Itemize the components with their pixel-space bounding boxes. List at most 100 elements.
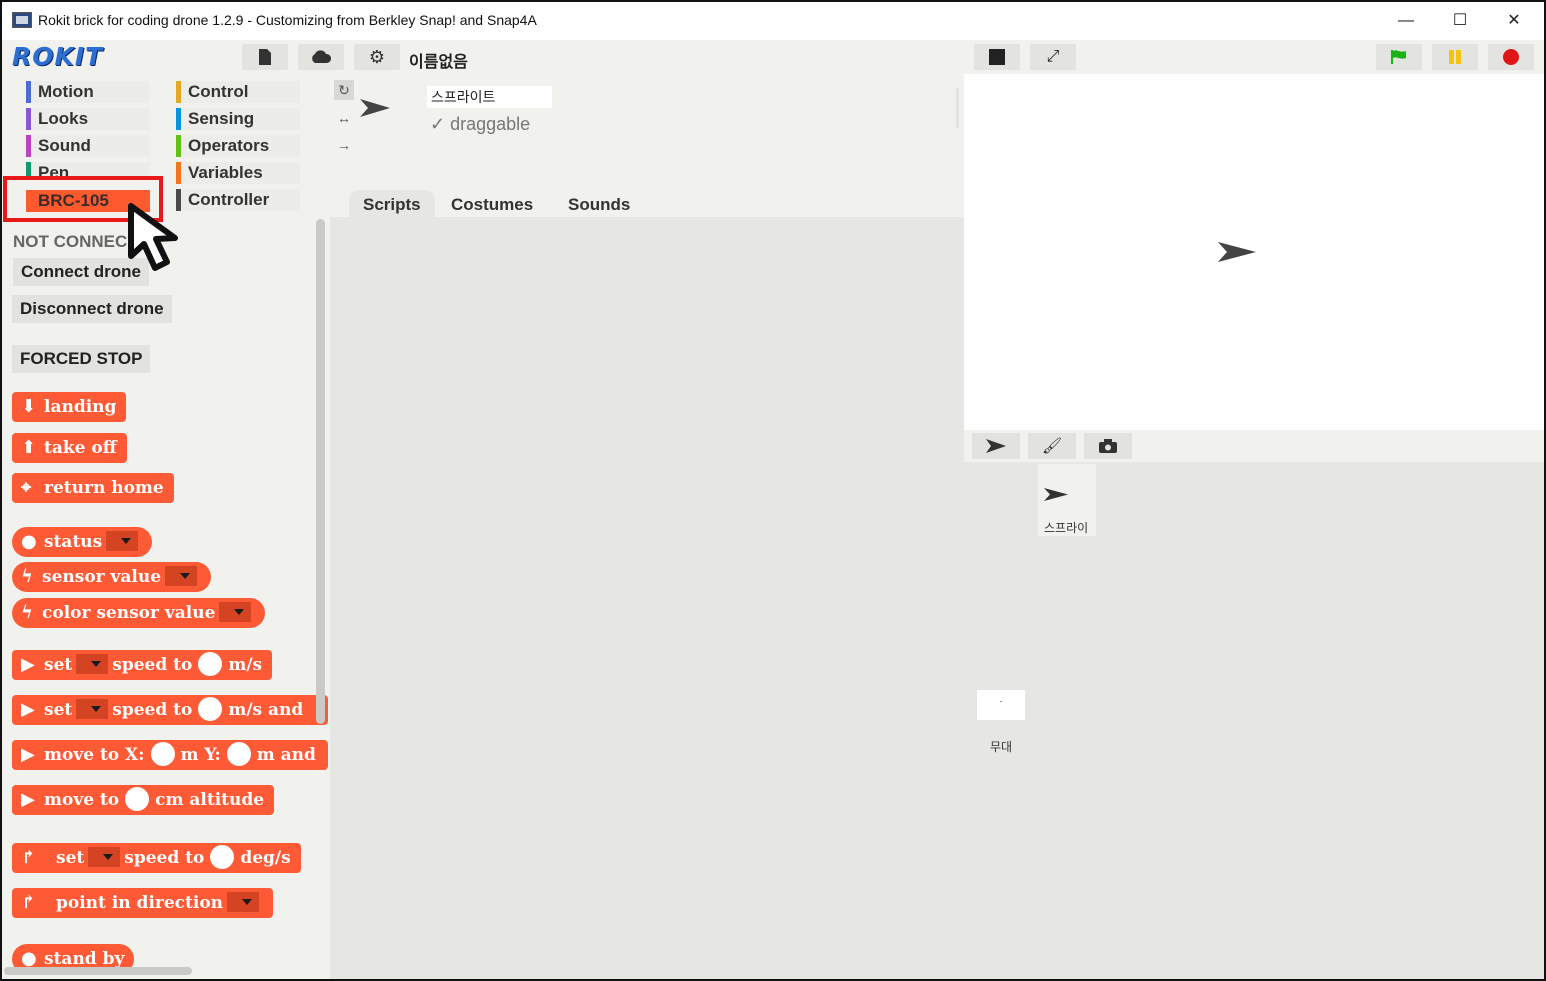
category-pen[interactable]: Pen [26,162,150,176]
square-icon [989,49,1005,65]
block-set-rotation-speed[interactable]: ↱ set speed to deg/s [12,843,301,873]
dropdown[interactable] [106,530,139,551]
green-flag-icon [1391,50,1406,64]
block-landing[interactable]: ⬇ landing [12,392,127,422]
fullscreen-button[interactable]: ⤢ [1030,44,1076,70]
stage-size-button[interactable] [974,44,1020,70]
stage[interactable] [964,74,1544,430]
title-bar: Rokit brick for coding drone 1.2.9 - Cus… [2,2,1544,40]
corral-toolbar: 🖌 [964,430,1544,462]
tab-scripts[interactable]: Scripts [349,190,435,218]
category-operators[interactable]: Operators [176,135,300,157]
block-label: move to [44,790,120,810]
block-label: set [56,848,85,868]
green-flag-button[interactable] [1376,44,1422,70]
maximize-button[interactable]: ☐ [1440,8,1480,34]
turn-arrow-icon: ↱ [21,847,37,868]
play-icon: ▶ [21,744,35,765]
draggable-label: draggable [450,114,531,134]
number-slot[interactable] [150,741,175,766]
flip-horizontal-icon[interactable]: ↔ [334,108,354,128]
category-label: Pen [38,163,70,176]
sprite-arrow-icon [1044,488,1068,501]
sprite-bar-divider [956,88,959,128]
block-color-sensor-value[interactable]: ϟ color sensor value [12,598,266,628]
rokit-logo[interactable]: ROKIT [12,42,134,72]
cloud-button[interactable] [298,44,344,70]
paint-new-sprite-button[interactable]: 🖌 [1028,433,1076,459]
number-slot[interactable] [198,696,223,721]
block-return-home[interactable]: ⌖ return home [12,473,174,503]
block-sensor-value[interactable]: ϟ sensor value [12,562,212,592]
block-status[interactable]: ● status [12,527,153,557]
category-label: Variables [188,163,263,182]
file-icon [259,49,271,65]
block-take-off[interactable]: ⬆ take off [12,433,127,463]
minimize-button[interactable]: — [1386,8,1426,34]
arrow-down-icon: ⬇ [21,396,37,417]
block-set-speed-and[interactable]: ▶ set speed to m/s and [12,695,328,725]
category-color-bar [26,162,31,176]
dropdown[interactable] [219,601,252,622]
number-slot[interactable] [210,844,235,869]
dropdown[interactable] [165,565,198,586]
block-palette[interactable]: NOT CONNEC Connect drone Disconnect dron… [2,217,330,979]
dropdown[interactable] [88,846,121,867]
category-label: Sensing [188,109,255,128]
stop-button[interactable] [1488,44,1534,70]
stage-thumbnail[interactable]: · [977,690,1025,720]
block-label: speed to [112,655,193,675]
category-label: Looks [38,109,89,128]
sprite-thumbnail[interactable]: 스프라이 [1038,464,1096,536]
block-label: speed to [124,848,205,868]
block-move-to-xy[interactable]: ▶ move to X: m Y: m and [12,740,328,770]
forced-stop-button[interactable]: FORCED STOP [12,345,151,373]
block-label: cm altitude [155,790,265,810]
draggable-checkbox[interactable]: ✓ draggable [430,114,530,135]
category-control[interactable]: Control [176,81,300,103]
number-slot[interactable] [226,741,251,766]
close-button[interactable]: ✕ [1494,8,1534,34]
pause-button[interactable] [1432,44,1478,70]
block-move-to-altitude[interactable]: ▶ move to cm altitude [12,785,275,815]
block-point-in-direction[interactable]: ↱ point in direction [12,888,274,918]
block-set-speed[interactable]: ▶ set speed to m/s [12,650,273,680]
sprite-name-field[interactable]: 스프라이트 [427,86,552,108]
play-icon: ▶ [21,789,35,810]
no-rotate-icon[interactable]: → [334,135,354,155]
dropdown[interactable] [76,698,109,719]
category-motion[interactable]: Motion [26,81,150,103]
tab-costumes[interactable]: Costumes [437,190,547,218]
block-label: stand by [44,949,125,969]
category-sensing[interactable]: Sensing [176,108,300,130]
block-label: status [44,532,103,552]
category-color-bar [26,108,31,130]
category-label: Control [188,82,249,101]
number-slot[interactable] [125,786,150,811]
category-variables[interactable]: Variables [176,162,300,184]
sprite-corral: 스프라이 · 무대 [964,462,1544,979]
file-button[interactable] [242,44,288,70]
category-label: Operators [188,136,270,155]
tab-sounds[interactable]: Sounds [554,190,644,218]
block-label: move to X: [44,745,145,765]
block-label: set [44,655,73,675]
block-label: point in direction [56,893,224,913]
project-name[interactable]: 이름없음 [409,48,468,72]
block-label: set [44,700,73,720]
disconnect-drone-button[interactable]: Disconnect drone [12,295,172,323]
dropdown[interactable] [227,891,260,912]
settings-button[interactable]: ⚙ [354,44,400,70]
category-sound[interactable]: Sound [26,135,150,157]
scripts-area[interactable] [330,217,964,979]
category-looks[interactable]: Looks [26,108,150,130]
stage-thumbnail-label: 무대 [990,740,1013,754]
palette-horizontal-scrollbar[interactable] [4,967,192,975]
camera-sprite-button[interactable] [1084,433,1132,459]
number-slot[interactable] [198,651,223,676]
sprite-on-stage[interactable] [1218,242,1256,262]
dropdown[interactable] [76,653,109,674]
add-turtle-sprite-button[interactable] [972,433,1020,459]
palette-vertical-scrollbar[interactable] [316,219,325,724]
rotate-icon[interactable]: ↻ [334,80,354,100]
